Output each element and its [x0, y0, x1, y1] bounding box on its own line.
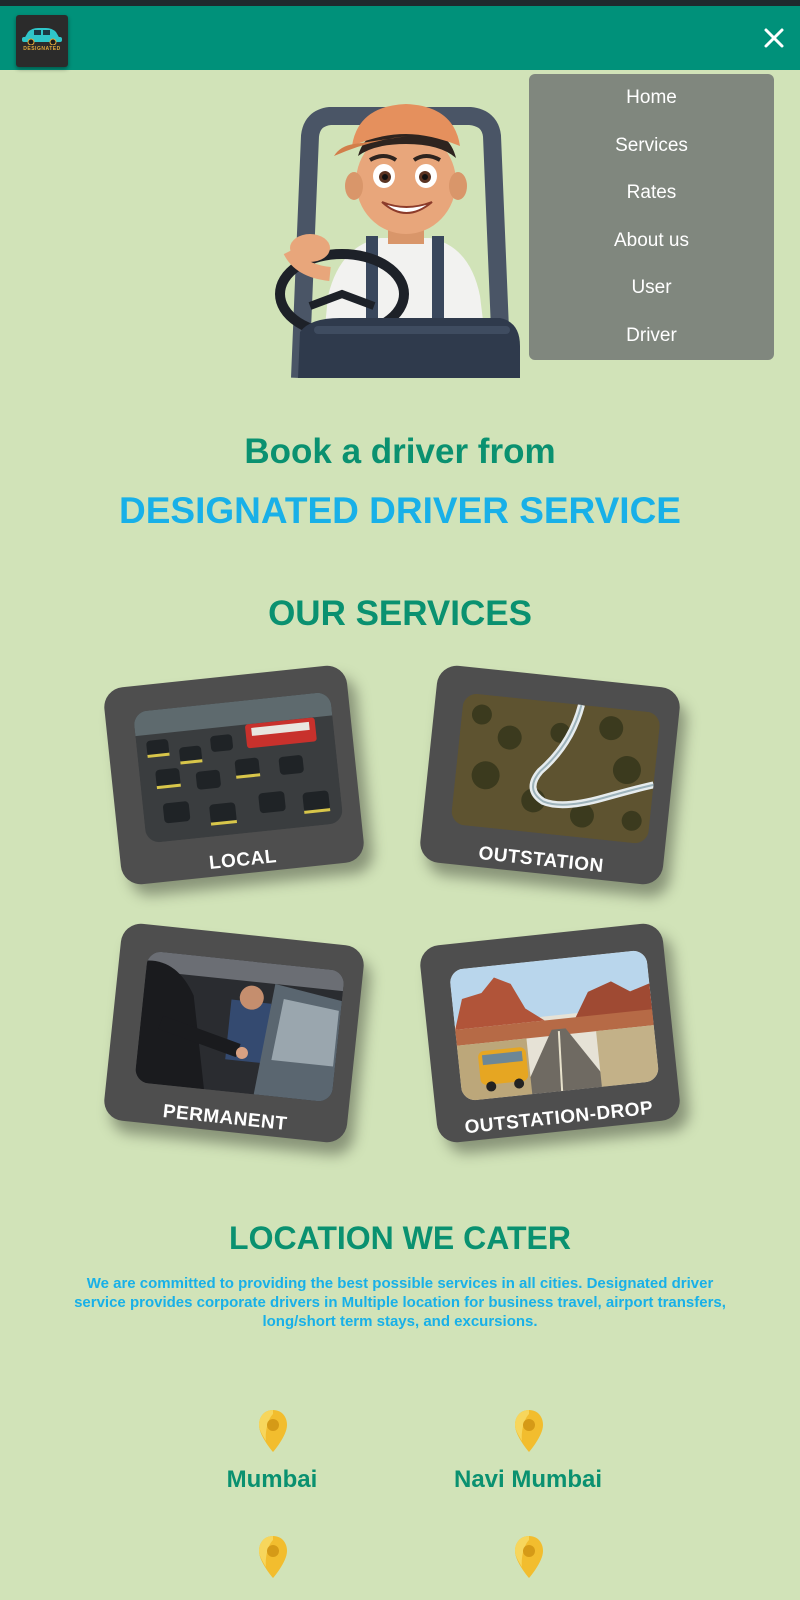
car-logo-icon: [22, 28, 62, 45]
nav-menu: Home Services Rates About us User Driver: [529, 74, 774, 360]
menu-item-rates[interactable]: Rates: [529, 169, 774, 217]
menu-item-user[interactable]: User: [529, 264, 774, 312]
close-button[interactable]: [760, 24, 788, 52]
menu-item-home[interactable]: Home: [529, 74, 774, 122]
city-traffic-photo: [132, 691, 344, 844]
cartoon-driver-illustration: [275, 104, 520, 378]
hero-brand: DESIGNATED DRIVER SERVICE: [119, 490, 681, 531]
hero-title: Book a driver from: [244, 432, 556, 471]
logo[interactable]: DESIGNATED: [16, 15, 68, 67]
services-title: OUR SERVICES: [268, 594, 532, 633]
service-card-label: OUTSTATION-DROP: [463, 1097, 655, 1139]
close-icon: [764, 28, 784, 48]
service-card-outstation[interactable]: OUTSTATION: [418, 663, 682, 887]
service-card-label: PERMANENT: [161, 1101, 289, 1135]
service-card-permanent[interactable]: PERMANENT: [102, 921, 366, 1145]
service-card-label: OUTSTATION: [477, 843, 605, 878]
locations-description: We are committed to providing the best p…: [74, 1275, 726, 1330]
location-pin-icon: [515, 1410, 543, 1452]
menu-item-driver[interactable]: Driver: [529, 312, 774, 360]
city-navi-mumbai: Navi Mumbai: [453, 1466, 603, 1493]
menu-item-about-us[interactable]: About us: [529, 217, 774, 265]
header: DESIGNATED: [0, 6, 800, 70]
logo-text: DESIGNATED: [23, 46, 61, 52]
mountain-road-photo: [450, 692, 662, 845]
location-pin-icon: [515, 1536, 543, 1578]
service-card-outstation-drop[interactable]: OUTSTATION-DROP: [418, 921, 682, 1145]
locations-title: LOCATION WE CATER: [229, 1220, 571, 1256]
service-card-local[interactable]: LOCAL: [102, 663, 366, 887]
city-mumbai: Mumbai: [226, 1466, 318, 1493]
service-card-label: LOCAL: [208, 846, 278, 875]
chauffeur-door-photo: [134, 950, 346, 1103]
desert-road-van-photo: [448, 949, 660, 1102]
location-pin-icon: [259, 1536, 287, 1578]
menu-item-services[interactable]: Services: [529, 122, 774, 170]
location-pin-icon: [259, 1410, 287, 1452]
